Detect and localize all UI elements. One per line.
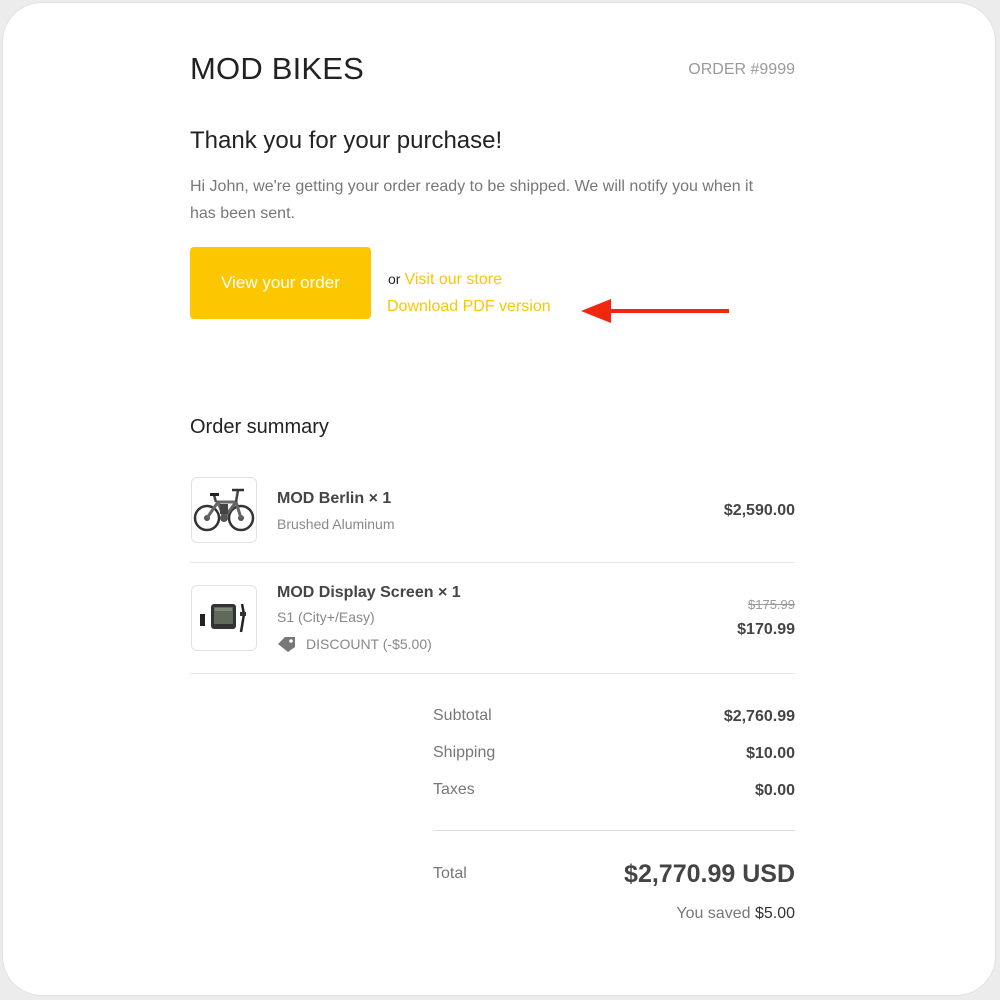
item-variant: S1 (City+/Easy) [277, 609, 375, 625]
or-text: or [388, 271, 401, 287]
order-summary-title: Order summary [190, 416, 329, 438]
total-value: $2,770.99 USD [624, 860, 795, 888]
email-content: MOD BIKES ORDER #9999 Thank you for your… [190, 3, 795, 995]
subtotal-value: $2,760.99 [723, 708, 795, 725]
order-message: Hi John, we're getting your order ready … [190, 178, 754, 222]
tag-icon [278, 637, 295, 652]
discount-badge: DISCOUNT (-$5.00) [277, 635, 432, 653]
product-image [191, 477, 257, 543]
total-label: Total [433, 865, 467, 882]
savings-amount: $5.00 [754, 905, 795, 922]
totals-divider [433, 830, 795, 831]
product-image [191, 585, 257, 651]
item-name: MOD Display Screen × 1 [277, 584, 461, 601]
divider [190, 673, 795, 674]
item-variant: Brushed Aluminum [277, 516, 395, 532]
visit-store-link[interactable]: Visit our store [404, 271, 502, 288]
line-item: MOD Display Screen × 1 S1 (City+/Easy) D… [190, 584, 795, 664]
shipping-value: $10.00 [746, 745, 795, 762]
taxes-value: $0.00 [754, 782, 795, 799]
savings-note: You saved $5.00 [676, 905, 795, 923]
email-card: MOD BIKES ORDER #9999 Thank you for your… [2, 2, 996, 996]
divider [190, 562, 795, 563]
secondary-links: or Visit our store Download PDF version [387, 271, 551, 315]
display-screen-icon [200, 603, 246, 633]
shipping-label: Shipping [433, 744, 496, 761]
red-arrow-left-icon [581, 299, 729, 323]
savings-prefix: You saved [676, 905, 751, 922]
download-pdf-link[interactable]: Download PDF version [387, 298, 551, 315]
item-name: MOD Berlin × 1 [277, 490, 392, 507]
original-price: $175.99 [748, 597, 795, 612]
brand-title: MOD BIKES [190, 51, 365, 86]
order-number: ORDER #9999 [688, 61, 795, 78]
discount-text: DISCOUNT (-$5.00) [306, 636, 432, 652]
thank-you-heading: Thank you for your purchase! [190, 127, 503, 154]
view-order-button[interactable]: View your order [190, 247, 371, 319]
totals-section: Subtotal $2,760.99 Shipping $10.00 Taxes… [433, 705, 795, 945]
taxes-label: Taxes [433, 781, 475, 798]
subtotal-label: Subtotal [433, 707, 492, 724]
bicycle-icon [193, 488, 255, 532]
line-item: MOD Berlin × 1 Brushed Aluminum $2,590.0… [190, 477, 795, 545]
item-price: $170.99 [737, 621, 795, 638]
item-price: $2,590.00 [723, 502, 795, 519]
